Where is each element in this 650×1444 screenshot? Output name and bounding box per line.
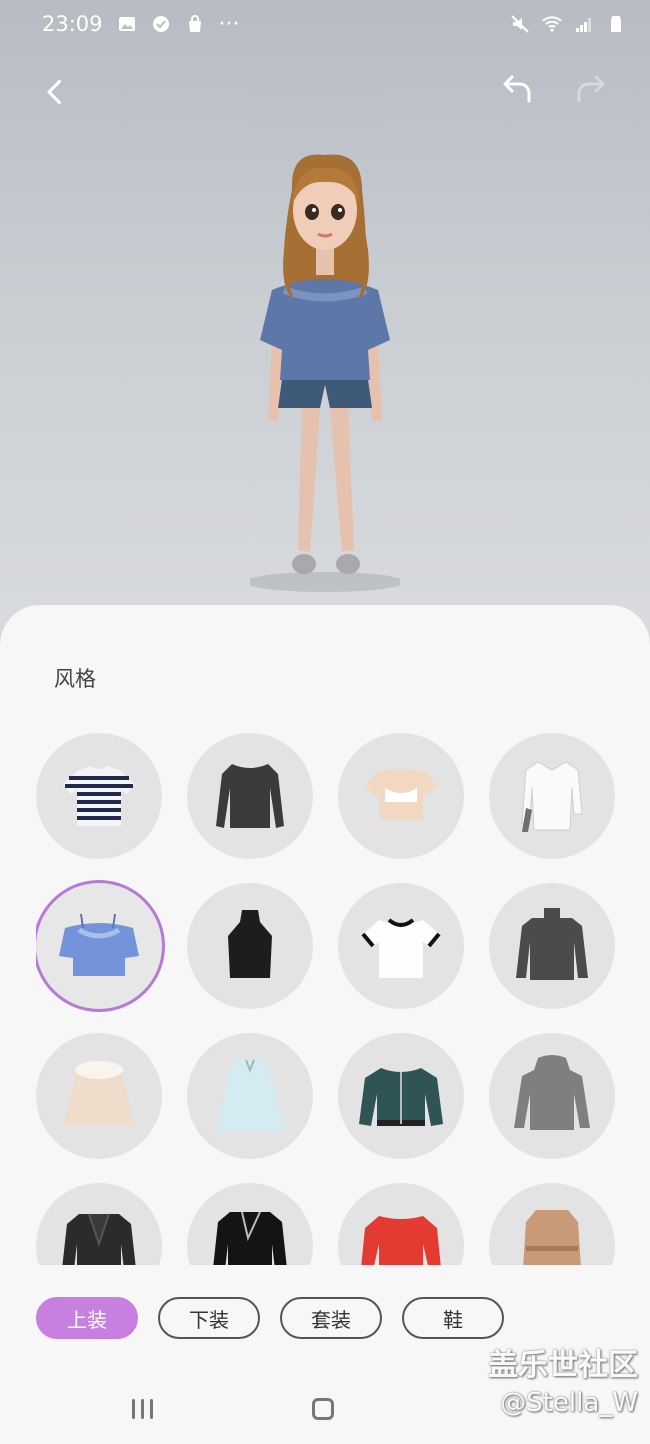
crop-top-icon [365,769,437,820]
signal-icon [574,14,594,34]
avatar-figure[interactable] [245,150,405,600]
check-badge-icon [151,14,171,34]
watermark-community: 盖乐世社区 [488,1348,638,1383]
clothing-item-leather-jacket[interactable] [187,1183,313,1265]
clothing-item-white-ringer-tee[interactable] [338,883,464,1009]
leather-jacket-icon [213,1211,287,1265]
clothing-item-white-shirt[interactable] [489,733,615,859]
blazer-icon [62,1213,136,1265]
halter-top-icon [228,910,272,978]
top-toolbar [0,70,650,114]
tab-tops[interactable]: 上装 [36,1297,138,1339]
status-bar: 23:09 ··· [0,0,650,48]
shopping-bag-icon [185,14,205,34]
wifi-icon [542,14,562,34]
clothing-item-cream-crop-top[interactable] [338,733,464,859]
clothing-item-striped-tee[interactable] [36,733,162,859]
ringer-tee-icon [361,918,441,978]
bomber-jacket-icon [359,1068,443,1126]
section-title: 风格 [54,667,96,691]
knit-sweater-icon [216,764,284,828]
turtleneck-icon [516,908,588,980]
trench-coat-icon [523,1210,581,1265]
more-indicator: ··· [218,11,240,37]
clothing-item-gray-hoodie[interactable] [489,1033,615,1159]
watermark-author: @Stella_W [500,1388,638,1418]
off-shoulder-top-icon [59,913,139,976]
avatar-stage: 23:09 ··· [0,0,650,640]
clothing-grid [36,733,616,1265]
fur-coat-icon [63,1061,135,1126]
clothing-item-gray-turtleneck[interactable] [489,883,615,1009]
image-icon [117,14,137,34]
battery-icon [606,14,626,34]
tab-bottoms[interactable]: 下装 [158,1297,260,1339]
mute-icon [510,14,530,34]
red-sweater-icon [361,1216,441,1265]
clothing-item-red-sweater[interactable] [338,1183,464,1265]
clothing-item-fur-collar-coat[interactable] [36,1033,162,1159]
clothing-item-light-blue-tunic[interactable] [187,1033,313,1159]
redo-button[interactable] [570,70,614,114]
home-button[interactable] [304,1390,342,1428]
tab-outfits[interactable]: 套装 [280,1297,382,1339]
undo-button[interactable] [494,70,538,114]
outfit-sheet: 风格 上装 下装 套装 鞋 [0,605,650,1444]
clothing-item-blue-off-shoulder-top[interactable] [36,883,162,1009]
tunic-icon [216,1059,284,1132]
white-shirt-icon [521,761,583,832]
clothing-item-black-blazer[interactable] [36,1183,162,1265]
redo-icon [577,75,605,103]
tab-shoes[interactable]: 鞋 [402,1297,504,1339]
undo-icon [503,75,531,103]
back-icon [47,79,62,105]
clothing-item-black-halter-top[interactable] [187,883,313,1009]
status-time: 23:09 [42,12,103,36]
hoodie-icon [514,1055,590,1130]
recents-button[interactable] [120,1392,164,1426]
clothing-item-green-bomber[interactable] [338,1033,464,1159]
striped-tee-icon [63,766,135,826]
back-button[interactable] [34,70,78,114]
category-tabs: 上装 下装 套装 鞋 [36,1297,504,1339]
clothing-item-dark-knit-sweater[interactable] [187,733,313,859]
home-icon [312,1398,334,1420]
clothing-item-trench-coat[interactable] [489,1183,615,1265]
